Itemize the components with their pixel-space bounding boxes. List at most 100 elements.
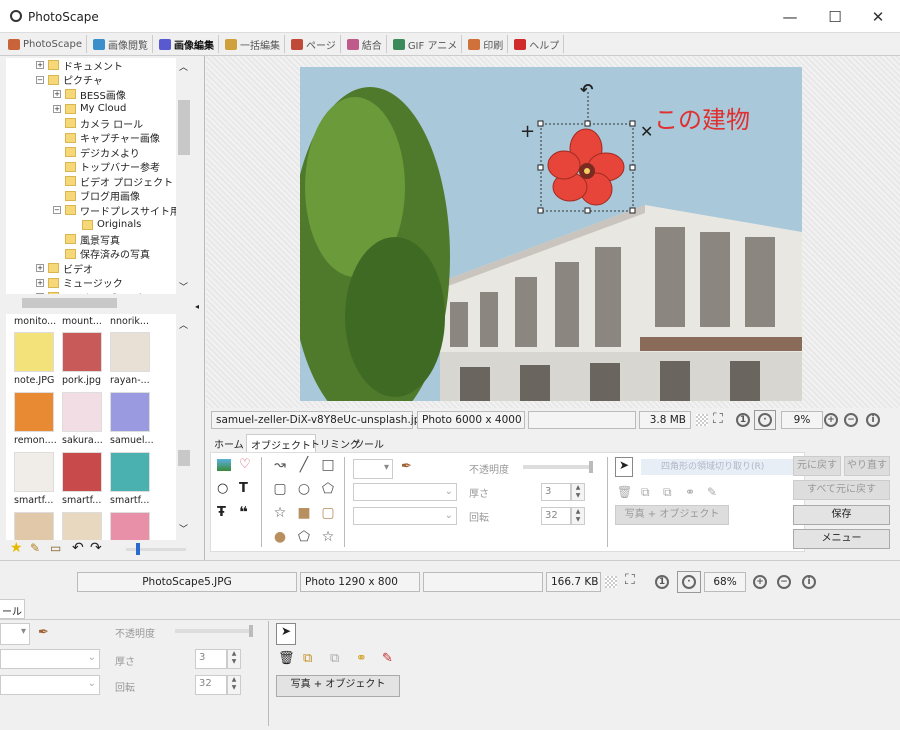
thumbnail[interactable] xyxy=(62,332,102,372)
zoom-in-icon[interactable]: + xyxy=(824,413,838,427)
filled-rounded-rect-icon[interactable]: ▢ xyxy=(319,505,337,521)
bg-bring-front-icon[interactable]: ⧉ xyxy=(303,651,312,666)
tree-item[interactable]: トップバナー参考 xyxy=(53,160,160,174)
bg-tab-tools[interactable]: ール xyxy=(0,599,25,619)
close-button[interactable]: ✕ xyxy=(858,4,898,30)
bg-fit-zoom-toggle[interactable]: · xyxy=(677,571,701,593)
bring-front-icon[interactable]: ⧉ xyxy=(641,485,650,500)
scroll-up-icon[interactable]: ︿ xyxy=(179,318,188,331)
collapse-panel-icon[interactable]: ◂ xyxy=(195,302,199,311)
send-back-icon[interactable]: ⧉ xyxy=(663,485,672,500)
thumbnail[interactable] xyxy=(14,512,54,540)
tree-item[interactable]: カメラ ロール xyxy=(53,116,143,131)
delete-icon[interactable]: 🗑 xyxy=(617,485,632,499)
annotation-text[interactable]: この建物 xyxy=(654,100,750,135)
transparency-icon[interactable] xyxy=(696,414,708,426)
select-pointer-icon[interactable]: ➤ xyxy=(615,457,633,477)
menu-tab-1[interactable]: 画像閲覧 xyxy=(89,35,153,53)
tree-item[interactable]: + ミュージック xyxy=(36,276,123,290)
tree-item[interactable]: − ピクチャ xyxy=(36,73,103,87)
tree-item[interactable]: 保存済みの写真 xyxy=(53,247,150,261)
rotation-input[interactable]: 32 xyxy=(541,507,571,525)
bg-zoom-in-icon[interactable]: + xyxy=(753,575,767,589)
bg-group-icon[interactable]: ⚭ xyxy=(356,651,367,666)
scroll-down-icon[interactable]: ﹀ xyxy=(179,280,188,293)
expand-toggle-icon[interactable]: + xyxy=(53,104,61,113)
bg-thickness-spinner[interactable]: ▲ ▼ xyxy=(227,649,241,669)
thumb-scroll-thumb[interactable] xyxy=(178,450,190,466)
bg-arrow-style-select[interactable]: ⌄ xyxy=(0,675,100,695)
thumbnail[interactable] xyxy=(110,392,150,432)
edit-tab-0[interactable]: ホーム xyxy=(210,434,248,452)
thumbnail[interactable] xyxy=(110,512,150,540)
reset-object-icon[interactable]: ✎ xyxy=(707,485,717,499)
bg-reset-object-icon[interactable]: ✎ xyxy=(382,651,393,666)
group-icon[interactable]: ⚭ xyxy=(685,485,695,499)
move-handle-icon[interactable]: + xyxy=(520,121,535,142)
thumbnail[interactable] xyxy=(14,452,54,492)
bg-rotation-spinner[interactable]: ▲ ▼ xyxy=(227,675,241,695)
menu-tab-3[interactable]: 一括編集 xyxy=(221,35,285,53)
minimize-button[interactable]: — xyxy=(770,4,810,30)
tree-item[interactable]: デジカメより xyxy=(53,145,140,160)
arrow-style-select[interactable]: ⌄ xyxy=(353,507,457,525)
menu-button[interactable]: メニュー xyxy=(793,529,890,549)
eyedropper-icon[interactable]: ✒ xyxy=(401,459,412,474)
delete-object-icon[interactable]: ✕ xyxy=(640,122,653,141)
color-picker[interactable]: ▾ xyxy=(353,459,393,479)
expand-toggle-icon[interactable]: − xyxy=(36,75,44,84)
line-style-select[interactable]: ⌄ xyxy=(353,483,457,501)
photo-object-button[interactable]: 写真 + オブジェクト xyxy=(615,505,729,525)
actual-size-icon[interactable]: 1 xyxy=(736,413,750,427)
insert-photo-icon[interactable] xyxy=(217,459,231,471)
menu-tab-7[interactable]: 印刷 xyxy=(464,35,509,53)
quote-icon[interactable]: ❝ xyxy=(239,503,248,521)
bg-actual-size-icon[interactable]: 1 xyxy=(655,575,669,589)
bg-eyedropper-icon[interactable]: ✒ xyxy=(38,625,49,640)
tree-hscroll-thumb[interactable] xyxy=(22,298,117,308)
bg-color-picker[interactable]: ▾ xyxy=(0,623,30,645)
bg-rotation-input[interactable]: 32 xyxy=(195,675,227,695)
text-format-icon[interactable]: Ŧ xyxy=(217,505,226,520)
undo-all-button[interactable]: すべて元に戻す xyxy=(793,480,890,500)
menu-tab-5[interactable]: 結合 xyxy=(343,35,387,53)
rotate-right-icon[interactable]: ↷ xyxy=(90,540,102,556)
info-icon[interactable]: i xyxy=(866,413,880,427)
star-icon[interactable]: ★ xyxy=(10,540,23,556)
menu-tab-2[interactable]: 画像編集 xyxy=(155,35,219,53)
bg-select-pointer-icon[interactable]: ➤ xyxy=(276,623,296,645)
tree-item[interactable]: + My Cloud xyxy=(53,102,126,116)
bg-opacity-slider[interactable] xyxy=(175,625,253,637)
tree-item[interactable]: + BESS画像 xyxy=(53,87,126,102)
tree-horizontal-scrollbar[interactable] xyxy=(6,296,192,310)
tree-item[interactable]: キャプチャー画像 xyxy=(53,131,160,145)
bg-photo-object-button[interactable]: 写真 + オブジェクト xyxy=(276,675,400,697)
star-shape-icon[interactable]: ☆ xyxy=(271,505,289,521)
tree-item[interactable]: 風景写真 xyxy=(53,232,120,247)
speech-bubble-icon[interactable]: ○ xyxy=(217,481,228,496)
bg-line-style-select[interactable]: ⌄ xyxy=(0,649,100,669)
freehand-icon[interactable]: ↝ xyxy=(271,457,289,473)
thickness-spinner[interactable]: ▲ ▼ xyxy=(571,483,585,501)
filled-circle-icon[interactable]: ● xyxy=(271,529,289,545)
pentagon-icon[interactable]: ⬠ xyxy=(319,481,337,497)
bg-thickness-input[interactable]: 3 xyxy=(195,649,227,669)
tree-item[interactable]: ブログ用画像 xyxy=(53,189,140,203)
menu-tab-0[interactable]: PhotoScape xyxy=(4,35,87,53)
filled-rect-icon[interactable]: ■ xyxy=(295,505,313,521)
star-outline-icon[interactable]: ☆ xyxy=(319,529,337,545)
fit-screen-icon[interactable]: ⛶ xyxy=(713,411,723,427)
tree-scroll-thumb[interactable] xyxy=(178,100,190,155)
tree-item[interactable]: Originals xyxy=(70,218,141,232)
line-icon[interactable]: ╱ xyxy=(295,457,313,473)
filled-pentagon-icon[interactable]: ⬠ xyxy=(295,529,313,545)
fit-zoom-toggle[interactable]: · xyxy=(754,410,776,430)
bg-info-icon[interactable]: i xyxy=(802,575,816,589)
redo-button[interactable]: やり直す xyxy=(844,456,890,476)
menu-tab-8[interactable]: ヘルプ xyxy=(510,35,565,53)
edit-tab-3[interactable]: ツール xyxy=(350,434,388,452)
tree-item[interactable]: ビデオ プロジェクト xyxy=(53,174,173,189)
tree-item[interactable]: + ローカル ディスク (C:) xyxy=(36,290,167,294)
expand-toggle-icon[interactable]: + xyxy=(36,278,44,287)
thumbnail[interactable] xyxy=(14,332,54,372)
